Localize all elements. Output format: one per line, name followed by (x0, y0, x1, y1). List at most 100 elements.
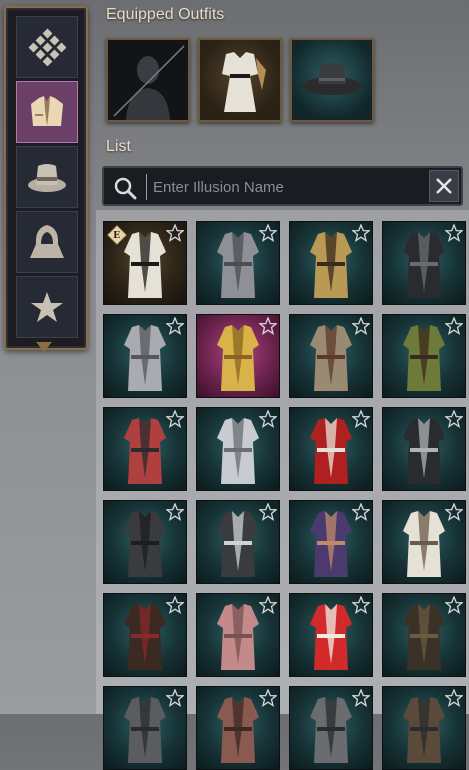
favorite-star-icon[interactable] (166, 503, 184, 521)
outfit-tile[interactable] (382, 314, 466, 398)
outfit-tile[interactable] (289, 314, 373, 398)
outfit-tile[interactable] (289, 593, 373, 677)
favorite-star-icon[interactable] (166, 224, 184, 242)
favorite-star-outline (166, 503, 184, 521)
outfit-tile[interactable] (103, 686, 187, 770)
outfit-tile[interactable] (196, 500, 280, 584)
rail-item-favorites[interactable] (16, 276, 78, 338)
hood-icon (30, 225, 64, 258)
favorite-star-icon[interactable] (166, 596, 184, 614)
favorite-star-icon[interactable] (352, 317, 370, 335)
outfit-belt (317, 727, 345, 731)
outfit-tile[interactable] (382, 407, 466, 491)
favorite-star-icon[interactable] (445, 317, 463, 335)
favorite-star-outline (259, 503, 277, 521)
outfit-tile[interactable] (289, 221, 373, 305)
outfit-belt (131, 355, 159, 359)
rail-item-hat[interactable] (16, 146, 78, 208)
rail-item-all[interactable] (16, 16, 78, 78)
outfit-tile[interactable] (103, 500, 187, 584)
favorite-star-icon[interactable] (259, 596, 277, 614)
favorite-star-icon[interactable] (166, 410, 184, 428)
outfit-tile[interactable] (103, 407, 187, 491)
outfit-belt (224, 355, 252, 359)
outfit-tile[interactable] (103, 314, 187, 398)
search-input[interactable] (146, 174, 435, 200)
face-disabled-icon (113, 45, 185, 120)
outfit-belt (410, 727, 438, 731)
favorite-star-outline (352, 689, 370, 707)
favorite-star-outline (259, 596, 277, 614)
outfit-tile[interactable] (289, 500, 373, 584)
equipped-slot-face[interactable] (106, 38, 190, 122)
outfit-belt (131, 634, 159, 638)
equipped-slot-outfit[interactable] (198, 38, 282, 122)
outfit-belt (224, 634, 252, 638)
favorite-star-outline (352, 596, 370, 614)
close-icon (436, 178, 452, 194)
outfit-tile[interactable] (196, 593, 280, 677)
favorite-star-outline (445, 317, 463, 335)
outfit-tile[interactable] (289, 407, 373, 491)
outfit-tile[interactable] (196, 407, 280, 491)
outfit-tile[interactable]: E (103, 221, 187, 305)
favorite-star-icon[interactable] (445, 596, 463, 614)
outfit-belt (317, 634, 345, 638)
search-bar (102, 166, 463, 206)
outfit-belt (224, 262, 252, 266)
favorite-star-icon[interactable] (352, 689, 370, 707)
favorite-star-icon[interactable] (259, 317, 277, 335)
outfit-icon (222, 52, 266, 112)
favorite-star-icon[interactable] (445, 503, 463, 521)
outfit-tile[interactable] (289, 686, 373, 770)
favorite-star-icon[interactable] (166, 689, 184, 707)
outfit-tile[interactable] (382, 221, 466, 305)
favorite-star-outline (259, 224, 277, 242)
favorite-star-icon[interactable] (166, 317, 184, 335)
favorite-star-icon[interactable] (259, 224, 277, 242)
equipped-outfits-title: Equipped Outfits (106, 6, 225, 23)
outfit-belt (410, 541, 438, 545)
grid-diamond-icon (28, 28, 66, 66)
outfit-tile[interactable] (196, 686, 280, 770)
outfit-belt (410, 634, 438, 638)
favorite-star-icon[interactable] (445, 410, 463, 428)
star-icon (31, 292, 63, 322)
equipped-slot-hat[interactable] (290, 38, 374, 122)
outfit-tile[interactable] (382, 500, 466, 584)
favorite-star-outline (445, 410, 463, 428)
clear-search-button[interactable] (429, 170, 459, 202)
outfit-belt (410, 355, 438, 359)
favorite-star-outline (166, 410, 184, 428)
rail-item-outfit[interactable] (16, 81, 78, 143)
illusion-grid: E (96, 210, 469, 770)
favorite-star-icon[interactable] (445, 689, 463, 707)
outfit-tile[interactable] (382, 686, 466, 770)
outfit-tile[interactable] (196, 221, 280, 305)
favorite-star-icon[interactable] (259, 689, 277, 707)
jacket-icon (31, 96, 63, 126)
favorite-star-icon[interactable] (259, 410, 277, 428)
hat-icon (302, 63, 362, 95)
favorite-star-icon[interactable] (259, 503, 277, 521)
rail-item-hood[interactable] (16, 211, 78, 273)
outfit-tile[interactable] (382, 593, 466, 677)
favorite-star-icon[interactable] (352, 224, 370, 242)
outfit-tile[interactable] (103, 593, 187, 677)
outfit-belt (317, 448, 345, 452)
category-rail (4, 6, 88, 352)
favorite-star-outline (445, 224, 463, 242)
favorite-star-icon[interactable] (352, 596, 370, 614)
favorite-star-icon[interactable] (352, 503, 370, 521)
outfit-belt (224, 727, 252, 731)
favorite-star-outline (352, 317, 370, 335)
favorite-star-outline (445, 596, 463, 614)
favorite-star-icon[interactable] (445, 224, 463, 242)
search-icon[interactable] (113, 176, 137, 200)
outfit-belt (317, 262, 345, 266)
favorite-star-outline (445, 689, 463, 707)
favorite-star-icon[interactable] (352, 410, 370, 428)
favorite-star-outline (445, 503, 463, 521)
outfit-belt (410, 262, 438, 266)
outfit-tile[interactable] (196, 314, 280, 398)
